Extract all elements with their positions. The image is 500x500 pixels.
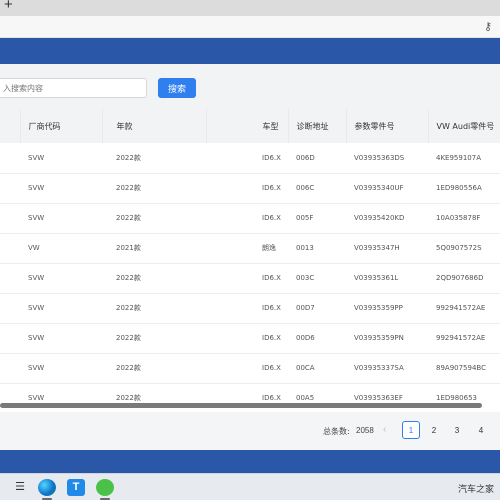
parameter-part-number-cell: V03935363DS (354, 153, 405, 162)
header-vw-audi-part-number[interactable]: VW Audi零件号 (428, 109, 500, 143)
vw-audi-part-number-cell: 992941572AE (436, 304, 486, 312)
row-leading-cell (0, 233, 20, 263)
data-table-container: 厂商代码 年款 车型 诊断地址 参数零件号 VW Audi零件号 SVW 2022… (0, 109, 500, 407)
model-year-cell: 2022款 (116, 184, 141, 192)
diagnostic-address-cell: 00CA (296, 364, 315, 372)
parameter-part-number-cell: V03935347H (354, 244, 400, 252)
header-vehicle-model[interactable]: 车型 (206, 109, 289, 143)
edge-browser-icon[interactable] (38, 479, 56, 496)
total-count-label: 总条数: (323, 427, 350, 436)
new-tab-plus-icon[interactable]: + (4, 0, 13, 13)
diagnostic-address-cell: 00D7 (296, 304, 315, 312)
manufacturer-code-cell: SVW (28, 304, 45, 312)
manufacturer-code-cell: SVW (28, 364, 45, 372)
vw-audi-part-number-cell: 5Q0907572S (436, 244, 482, 252)
parameter-part-number-cell: V03935420KD (354, 214, 405, 222)
page-button-2[interactable]: 2 (425, 421, 443, 439)
vw-audi-part-number-cell: 2QD907686D (436, 274, 484, 282)
vehicle-model-cell: ID6.X (262, 334, 281, 342)
page-button-1[interactable]: 1 (402, 421, 420, 439)
page-button-4[interactable]: 4 (472, 421, 490, 439)
parameter-part-number-cell: V03935359PN (354, 334, 404, 342)
vehicle-model-cell: ID6.X (262, 304, 281, 312)
total-count-value: 2058 (356, 426, 374, 435)
manufacturer-code-cell: VW (28, 244, 40, 252)
vehicle-model-cell: ID6.X (262, 184, 281, 192)
prev-page-button[interactable]: ‹ (383, 424, 386, 435)
vw-audi-part-number-cell: 1ED980556A (436, 184, 482, 192)
search-area (0, 64, 500, 109)
taskbar: ☰ T 汽车之家 (0, 473, 500, 500)
model-year-cell: 2021款 (116, 244, 141, 252)
task-view-icon[interactable]: ☰ (11, 479, 29, 496)
data-table: 厂商代码 年款 车型 诊断地址 参数零件号 VW Audi零件号 SVW 2022… (0, 109, 500, 407)
vw-audi-part-number-cell: 89A907594BC (436, 364, 486, 372)
row-leading-cell (0, 173, 20, 203)
row-leading-cell (0, 203, 20, 233)
app-t-icon[interactable]: T (67, 479, 85, 496)
table-row[interactable]: SVW 2022款 ID6.X 00D6 V03935359PN 992941572AE (0, 323, 500, 353)
vehicle-model-cell: ID6.X (262, 274, 281, 282)
page-button-3[interactable]: 3 (448, 421, 466, 439)
table-row[interactable]: SVW 2022款 ID6.X 003C V03935361L 2QD907686D (0, 263, 500, 293)
manufacturer-code-cell: SVW (28, 274, 45, 282)
diagnostic-address-cell: 003C (296, 274, 315, 282)
table-row[interactable]: VW 2021款 朗逸 0013 V03935347H 5Q0907572S (0, 233, 500, 263)
table-row[interactable]: SVW 2022款 ID6.X 006C V03935340UF 1ED980556A (0, 173, 500, 203)
model-year-cell: 2022款 (116, 364, 141, 372)
table-row[interactable]: SVW 2022款 ID6.X 00CA V03935337SA 89A907594BC (0, 353, 500, 383)
row-leading-cell (0, 263, 20, 293)
row-leading-cell (0, 143, 20, 173)
row-leading-cell (0, 293, 20, 323)
header-diagnostic-address[interactable]: 诊断地址 (288, 109, 347, 143)
header-cell-checkbox (0, 109, 21, 143)
vehicle-model-cell: 朗逸 (262, 244, 276, 252)
search-button[interactable]: 搜索 (158, 78, 196, 98)
model-year-cell: 2022款 (116, 304, 141, 312)
address-bar[interactable]: ⚷ (0, 16, 500, 38)
vehicle-model-cell: ID6.X (262, 214, 281, 222)
table-header-row: 厂商代码 年款 车型 诊断地址 参数零件号 VW Audi零件号 (0, 109, 500, 143)
vw-audi-part-number-cell: 10A035878F (436, 214, 481, 222)
diagnostic-address-cell: 006C (296, 184, 315, 192)
parameter-part-number-cell: V03935337SA (354, 364, 404, 372)
model-year-cell: 2022款 (116, 274, 141, 282)
model-year-cell: 2022款 (116, 153, 141, 162)
diagnostic-address-cell: 006D (296, 153, 315, 162)
vw-audi-part-number-cell: 992941572AE (436, 334, 486, 342)
table-row[interactable]: SVW 2022款 ID6.X 00D7 V03935359PP 992941572AE (0, 293, 500, 323)
model-year-cell: 2022款 (116, 214, 141, 222)
diagnostic-address-cell: 00D6 (296, 334, 315, 342)
diagnostic-address-cell: 005F (296, 214, 314, 222)
table-row[interactable]: SVW 2022款 ID6.X 005F V03935420KD 10A035878F (0, 203, 500, 233)
browser-tab-strip: + (0, 0, 500, 16)
search-input[interactable] (0, 78, 147, 98)
vehicle-model-cell: ID6.X (262, 364, 281, 372)
watermark-logo-text: 汽车之家 (457, 485, 494, 495)
pagination-bar: 总条数: 2058 ‹ 1 2 3 4 (0, 412, 500, 450)
model-year-cell: 2022款 (116, 334, 141, 342)
parameter-part-number-cell: V03935359PP (354, 304, 403, 312)
manufacturer-code-cell: SVW (28, 334, 45, 342)
header-model-year[interactable]: 年款 (102, 109, 207, 143)
diagnostic-address-cell: 0013 (296, 244, 314, 252)
app-footer-bar (0, 450, 500, 473)
vehicle-model-cell: ID6.X (262, 153, 281, 162)
manufacturer-code-cell: SVW (28, 214, 45, 222)
wechat-icon[interactable] (96, 479, 114, 496)
manufacturer-code-cell: SVW (28, 153, 45, 162)
vw-audi-part-number-cell: 4KE959107A (436, 153, 481, 162)
key-icon[interactable]: ⚷ (484, 20, 492, 33)
horizontal-scrollbar[interactable] (0, 403, 482, 408)
row-leading-cell (0, 353, 20, 383)
table-body: SVW 2022款 ID6.X 006D V03935363DS 4KE959107A SV… (0, 143, 500, 407)
parameter-part-number-cell: V03935361L (354, 274, 399, 282)
manufacturer-code-cell: SVW (28, 184, 45, 192)
app-header-bar (0, 38, 500, 64)
row-leading-cell (0, 323, 20, 353)
header-manufacturer-code[interactable]: 厂商代码 (20, 109, 103, 143)
parameter-part-number-cell: V03935340UF (354, 184, 404, 192)
header-parameter-part-number[interactable]: 参数零件号 (346, 109, 429, 143)
table-row[interactable]: SVW 2022款 ID6.X 006D V03935363DS 4KE959107A (0, 143, 500, 173)
